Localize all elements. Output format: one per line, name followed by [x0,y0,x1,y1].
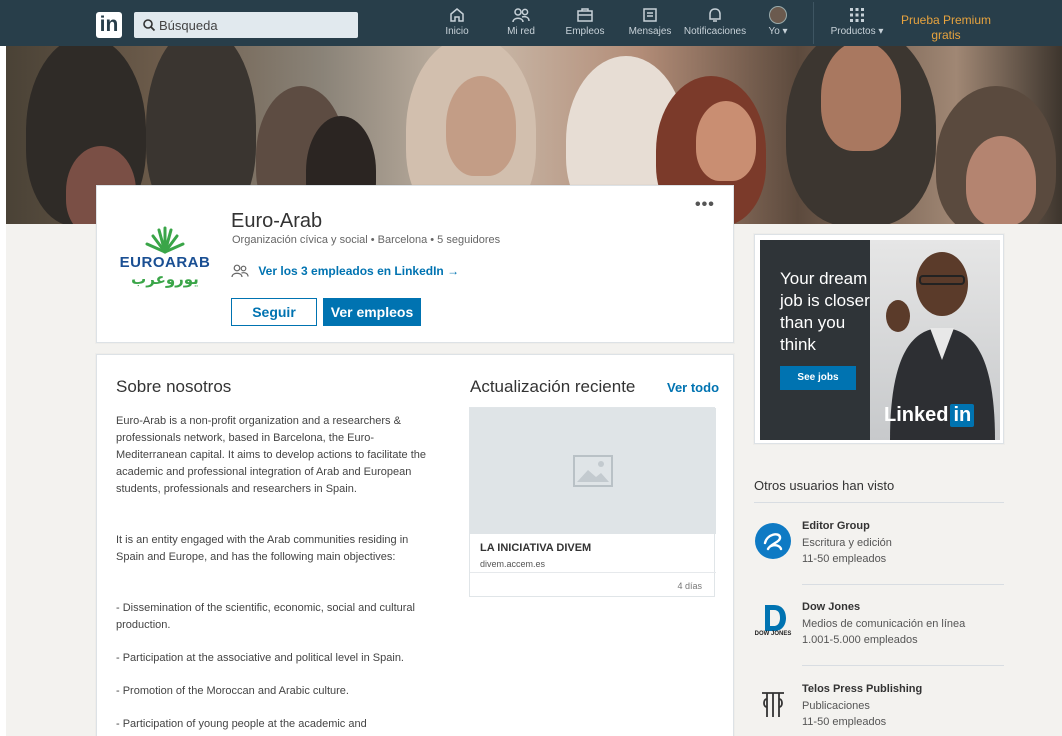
section-divider [754,502,1004,503]
about-title: Sobre nosotros [116,377,232,396]
premium-link[interactable]: Prueba Premium gratis [900,13,992,43]
brand-in-badge: in [950,404,975,427]
company-meta: Organización cívica y social • Barcelona… [232,234,501,246]
company-size: 11-50 empleados [802,716,887,728]
about-text: Euro-Arab is a non-profit organization a… [116,413,432,736]
company-industry: Medios de comunicación en línea [802,618,966,630]
nav-productos[interactable]: Productos ▾ [826,6,888,42]
about-paragraph: It is an entity engaged with the Arab co… [116,534,409,563]
nav-divider [813,2,814,44]
update-url: divem.accem.es [480,559,546,569]
dow-jones-caption: DOW JONES [754,631,792,637]
follow-button[interactable]: Seguir [231,298,317,326]
nav-notificaciones[interactable]: Notificaciones [682,6,748,42]
ad-banner[interactable]: Your dream job is closer than you think … [754,234,1004,444]
update-card[interactable]: LA INICIATIVA DIVEM divem.accem.es 4 día… [469,407,716,597]
updates-title: Actualización reciente [470,377,636,396]
company-item-editor-group[interactable]: Editor Group Escritura y edición 11-50 e… [754,520,1004,584]
ad-line: than you [780,313,846,332]
list-divider [802,584,1004,585]
nav-yo[interactable]: Yo ▾ [762,6,794,42]
update-title: LA INICIATIVA DIVEM [480,542,592,554]
top-nav: in Búsqueda Inicio Mi red Empleos Mensaj… [0,0,1062,46]
about-paragraph: - Participation at the associative and p… [116,652,404,664]
people-icon [231,264,249,278]
about-paragraph: - Dissemination of the scientific, econo… [116,602,415,631]
see-jobs-button[interactable]: See jobs [780,366,856,390]
logo-text: EUROARAB [119,254,211,271]
nav-mensajes[interactable]: Mensajes [627,6,673,42]
grid-icon [850,8,864,22]
nav-label: Yo ▾ [768,26,788,37]
company-industry: Escritura y edición [802,537,892,549]
about-paragraph: - Participation of young people at the a… [116,718,367,736]
company-industry: Publicaciones [802,700,870,712]
nav-label: Mensajes [628,26,672,37]
company-item-telos-press[interactable]: Telos Press Publishing Publicaciones 11-… [754,683,1004,736]
bell-icon [709,8,721,22]
search-input[interactable]: Búsqueda [159,18,218,33]
company-size: 1.001-5.000 empleados [802,634,918,646]
company-name: Euro-Arab [231,210,323,232]
nav-label: Empleos [565,26,605,37]
company-name[interactable]: Editor Group [802,520,870,532]
about-paragraph: - Promotion of the Moroccan and Arabic c… [116,685,349,697]
ad-line: think [780,335,816,354]
list-divider [802,665,1004,666]
see-all-link[interactable]: Ver todo [667,380,719,395]
company-name[interactable]: Dow Jones [802,601,860,613]
employees-link[interactable]: Ver los 3 empleados en LinkedIn → [231,264,459,278]
ad-creative: Your dream job is closer than you think … [760,240,1000,440]
company-profile-card: EUROARAB يوروعرب Euro-Arab Organización … [96,185,734,343]
messages-icon [643,8,657,22]
company-logo: EUROARAB يوروعرب [117,220,213,290]
company-size: 11-50 empleados [802,553,887,565]
ad-brand-logo: Linked in [884,404,975,427]
image-placeholder-icon [573,455,613,487]
employees-link-text: Ver los 3 empleados en LinkedIn → [258,264,460,278]
nav-inicio[interactable]: Inicio [440,6,474,42]
avatar [769,6,787,24]
update-divider [470,572,716,573]
nav-empleos[interactable]: Empleos [563,6,607,42]
nav-mi-red[interactable]: Mi red [503,6,539,42]
premium-line2: gratis [931,28,961,42]
network-icon [512,8,530,23]
view-jobs-button[interactable]: Ver empleos [323,298,421,326]
logo-arabic-text: يوروعرب [131,271,199,288]
nav-label: Notificaciones [683,26,747,37]
briefcase-icon [577,8,593,22]
company-item-dow-jones[interactable]: DOW JONES Dow Jones Medios de comunicaci… [754,601,1004,665]
update-time: 4 días [677,581,702,591]
ad-line: job is closer [780,291,870,310]
more-options-icon[interactable]: ••• [695,196,715,214]
premium-line1: Prueba Premium [900,13,992,27]
others-viewed-title: Otros usuarios han visto [754,478,895,493]
linkedin-logo[interactable]: in [96,12,122,38]
nav-label: Productos ▾ [830,26,884,37]
ad-headline: Your dream job is closer than you think [780,268,870,356]
ad-line: Your dream [780,269,868,288]
telos-press-logo-icon [762,692,784,717]
brand-text: Linked [884,404,949,426]
nav-label: Inicio [445,26,469,37]
search-box[interactable]: Búsqueda [134,12,358,38]
about-card: Sobre nosotros Euro-Arab is a non-profit… [96,354,734,736]
about-paragraph: Euro-Arab is a non-profit organization a… [116,415,427,495]
home-icon [450,8,464,22]
update-image [470,408,716,534]
editor-group-logo-icon [755,523,791,559]
company-name[interactable]: Telos Press Publishing [802,683,922,695]
search-icon [143,19,156,32]
nav-label: Mi red [507,26,535,37]
